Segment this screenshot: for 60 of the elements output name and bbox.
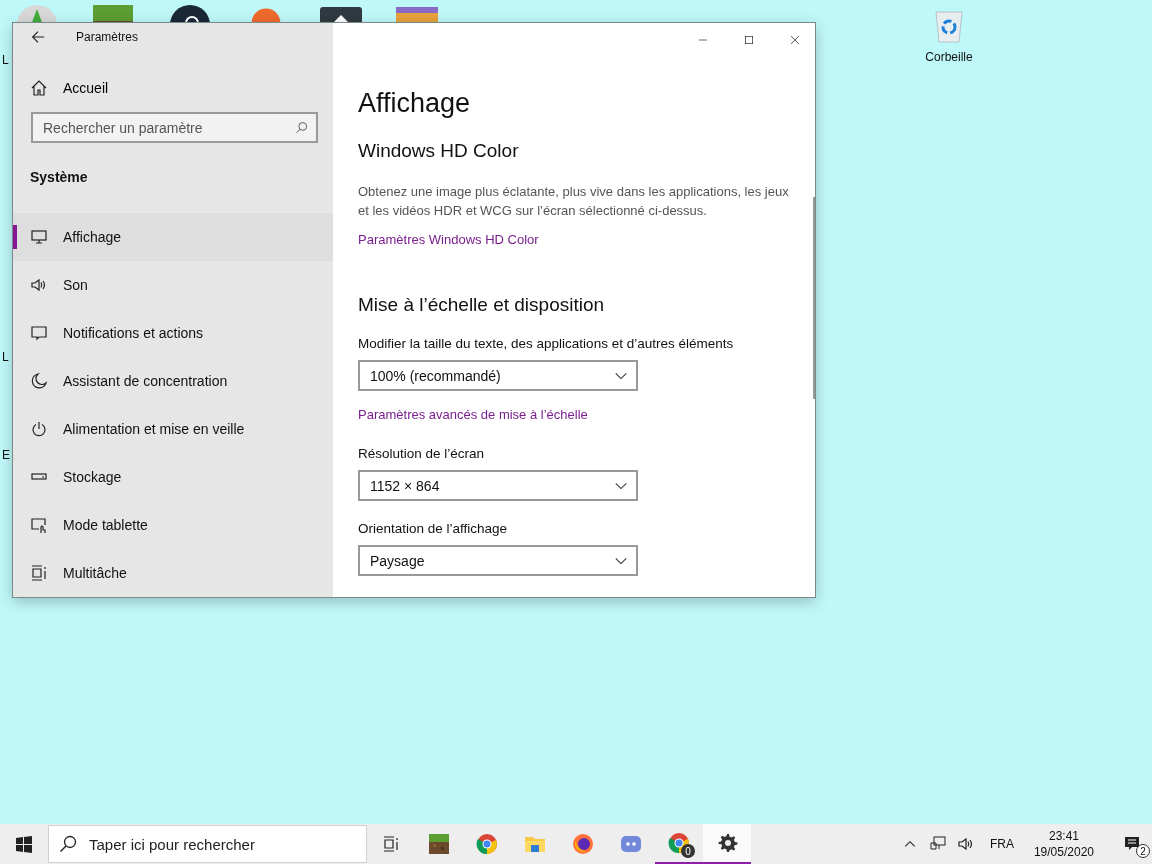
multitask-icon	[30, 564, 48, 582]
dropdown[interactable]: 1152 × 864	[358, 470, 638, 501]
notifications-icon	[30, 324, 48, 342]
sidebar-item[interactable]: Notifications et actions	[13, 309, 333, 357]
desktop-icon-label: E	[2, 448, 10, 462]
advanced-scaling-link[interactable]: Paramètres avancés de mise à l’échelle	[358, 407, 588, 422]
language-indicator[interactable]: FRA	[989, 837, 1014, 851]
desktop-icon-label: L	[2, 53, 9, 67]
taskbar-app-button[interactable]	[703, 824, 751, 864]
dropdown[interactable]: 100% (recommandé)	[358, 360, 638, 391]
grass-block-icon	[93, 5, 133, 23]
sidebar-item[interactable]: Mode tablette	[13, 501, 333, 549]
grass-block-icon	[427, 832, 451, 856]
window-title: Paramètres	[76, 30, 139, 45]
recycle-bin-shortcut[interactable]: Corbeille	[918, 8, 980, 64]
windows-logo-icon	[15, 835, 33, 853]
focus-icon	[30, 372, 48, 390]
sidebar-item[interactable]: Affichage	[13, 213, 333, 261]
back-arrow-icon	[30, 29, 46, 46]
recycle-bin-icon	[932, 8, 966, 44]
sidebar-item[interactable]: Multitâche	[13, 549, 333, 597]
home-item[interactable]: Accueil	[13, 67, 333, 108]
tablet-icon	[30, 516, 48, 534]
description-text: Obtenez une image plus éclatante, plus vive dans les applications, les jeux et les vidéos HDR et WCG sur l’écran sélectionné ci-dessus.	[358, 183, 790, 220]
notification-center-button[interactable]: 2	[1112, 824, 1152, 864]
section-heading: Windows HD Color	[358, 140, 520, 162]
back-button[interactable]	[30, 29, 46, 46]
close-icon	[789, 34, 801, 46]
sound-icon	[30, 276, 48, 294]
sidebar-item[interactable]: Stockage	[13, 453, 333, 501]
hd-color-link[interactable]: Paramètres Windows HD Color	[358, 232, 539, 247]
sidebar-item[interactable]: Son	[13, 261, 333, 309]
volume-icon	[956, 835, 975, 853]
sidebar-item[interactable]: Alimentation et mise en veille	[13, 405, 333, 453]
dropdown[interactable]: Paysage	[358, 545, 638, 576]
search-icon	[59, 835, 77, 853]
section-heading: Système	[30, 169, 89, 185]
search-field[interactable]: Rechercher un paramètre	[31, 112, 318, 143]
field-label: Modifier la taille du texte, des applications et d’autres éléments	[358, 336, 735, 351]
fox-browser-icon	[571, 832, 595, 856]
network-icon	[928, 835, 947, 853]
home-icon	[30, 78, 48, 97]
sidebar-item[interactable]: Assistant de concentration	[13, 357, 333, 405]
power-icon	[30, 420, 48, 438]
browser-icon	[475, 832, 499, 856]
notification-count: 2	[1136, 844, 1150, 858]
field-label: Orientation de l’affichage	[358, 521, 509, 536]
badge-count: 0	[681, 844, 695, 858]
chat-bubble-icon	[1123, 835, 1141, 853]
desktop-icon-label: L	[2, 350, 9, 364]
search-icon	[295, 121, 309, 135]
field-label: Résolution de l’écran	[358, 446, 486, 461]
page-title: Affichage	[358, 88, 472, 119]
maximize-icon	[743, 34, 755, 46]
scrollbar[interactable]	[813, 197, 815, 399]
task-view-icon	[382, 835, 400, 853]
section-heading: Mise à l’échelle et disposition	[358, 294, 606, 316]
taskbar-search-field[interactable]: Taper ici pour rechercher	[48, 825, 367, 863]
display-icon	[30, 228, 48, 246]
clock[interactable]: 23:41 19/05/2020	[1033, 828, 1094, 860]
